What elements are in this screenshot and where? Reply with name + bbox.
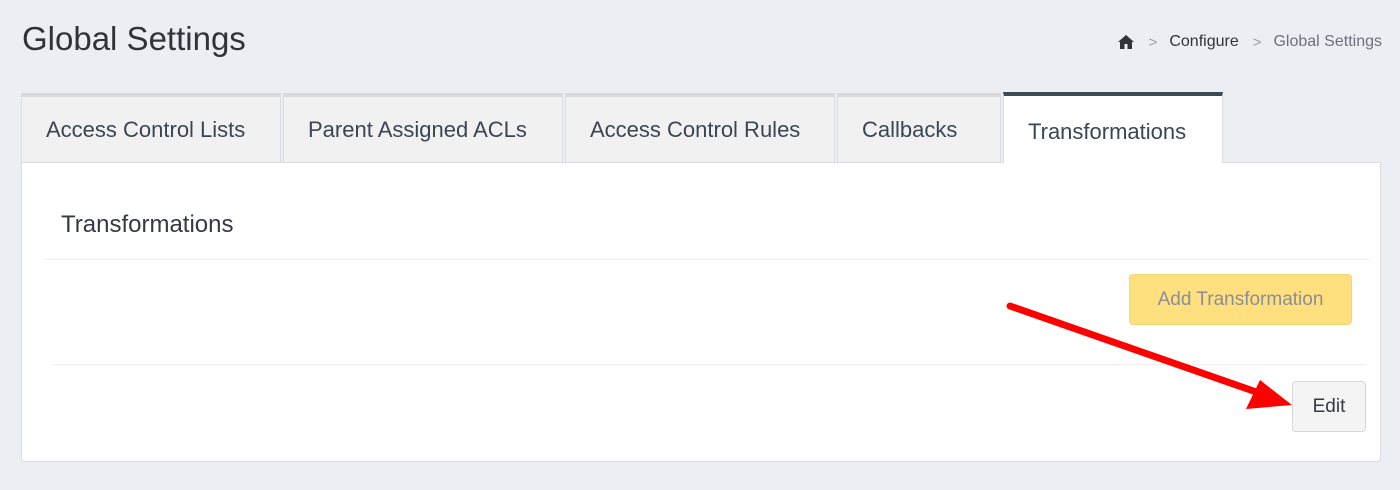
tab-access-control-rules[interactable]: Access Control Rules [565, 93, 835, 163]
tab-label: Transformations [1028, 118, 1187, 144]
tab-access-control-lists[interactable]: Access Control Lists [21, 93, 281, 163]
add-transformation-button[interactable]: Add Transformation [1129, 274, 1352, 325]
tab-label: Access Control Rules [590, 117, 801, 142]
breadcrumb-global-settings: Global Settings [1273, 33, 1382, 50]
divider [52, 364, 1365, 365]
panel-heading: Transformations [61, 211, 234, 238]
tab-label: Access Control Lists [46, 117, 246, 142]
breadcrumb-configure[interactable]: Configure [1169, 33, 1238, 51]
settings-tabs: Access Control Lists Parent Assigned ACL… [21, 92, 1225, 163]
tab-label: Callbacks [862, 117, 958, 142]
tab-parent-assigned-acls[interactable]: Parent Assigned ACLs [283, 93, 563, 163]
divider [44, 259, 1370, 260]
breadcrumb-separator: > [1148, 33, 1158, 51]
breadcrumb-separator: > [1252, 33, 1262, 51]
transformations-panel: Transformations Add Transformation Edit [21, 162, 1381, 462]
home-icon[interactable] [1117, 33, 1135, 51]
tab-transformations[interactable]: Transformations [1003, 92, 1223, 163]
page-title: Global Settings [22, 20, 246, 57]
tab-callbacks[interactable]: Callbacks [837, 93, 1001, 163]
tab-label: Parent Assigned ACLs [308, 117, 527, 142]
breadcrumb: > Configure > Global Settings [1117, 33, 1382, 51]
edit-button[interactable]: Edit [1292, 381, 1366, 432]
